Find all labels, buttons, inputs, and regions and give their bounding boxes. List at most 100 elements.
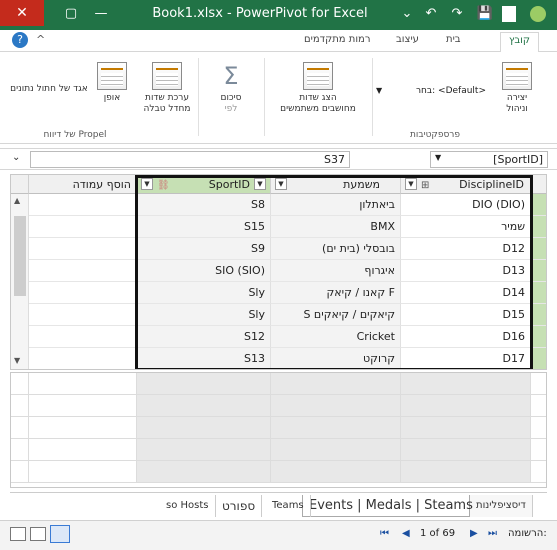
calc-cell[interactable] [271, 395, 401, 417]
row-header[interactable] [531, 304, 546, 326]
row-header[interactable] [531, 282, 546, 304]
last-record-icon[interactable]: ⏭ [488, 528, 497, 539]
column-header-add[interactable]: הוסף עמודה [29, 175, 137, 194]
diagram-view-icon[interactable] [10, 527, 26, 541]
undo-icon[interactable]: ↶ [420, 4, 442, 24]
discipline-cell[interactable]: ביאתלון [271, 194, 401, 216]
formula-input[interactable]: S37 [30, 151, 350, 168]
scroll-thumb[interactable] [14, 216, 26, 296]
row-header[interactable] [531, 194, 546, 216]
perspective-select[interactable]: בחר: <Default> ▼ [376, 86, 486, 96]
expand-formula-icon[interactable]: ⌄ [12, 152, 20, 163]
discipline-cell[interactable]: בובסלי (בית ים) [271, 238, 401, 260]
disciplineid-cell[interactable]: DIO (DIO) [401, 194, 531, 216]
tab-advanced[interactable]: רמות מתקדמים [304, 34, 371, 45]
close-button[interactable]: ✕ [0, 0, 44, 26]
select-all-corner[interactable] [11, 175, 29, 194]
calc-cell[interactable] [401, 417, 531, 439]
discipline-cell[interactable]: Cricket [271, 326, 401, 348]
redo-icon[interactable]: ↷ [446, 4, 468, 24]
sportid-cell[interactable]: S12 [137, 326, 271, 348]
calc-cell[interactable] [531, 417, 546, 439]
qat-dropdown-icon[interactable]: ⌄ [396, 4, 418, 24]
disciplineid-cell[interactable]: D13 [401, 260, 531, 282]
calc-cell[interactable] [531, 395, 546, 417]
filter-dropdown-icon[interactable]: ▼ [275, 178, 287, 190]
disciplineid-cell[interactable]: D16 [401, 326, 531, 348]
calc-cell[interactable] [401, 439, 531, 461]
disciplineid-cell[interactable]: D12 [401, 238, 531, 260]
calc-cell[interactable] [29, 461, 137, 483]
row-header[interactable] [531, 326, 546, 348]
disciplineid-cell[interactable]: D17 [401, 348, 531, 369]
summarize-button[interactable]: Σ סיכום לפי [206, 62, 256, 115]
excel-icon[interactable] [502, 6, 516, 22]
discipline-cell[interactable]: BMX [271, 216, 401, 238]
sort-dropdown-icon[interactable]: ▼ [254, 178, 266, 190]
calc-cell[interactable] [531, 461, 546, 483]
save-icon[interactable]: 💾 [474, 4, 496, 24]
help-icon[interactable]: ? [12, 32, 28, 48]
calc-cell[interactable] [137, 373, 271, 395]
discipline-cell[interactable]: קיאקים / קיאקים S [271, 304, 401, 326]
first-record-icon[interactable]: ⏮ [380, 528, 389, 539]
tab-design[interactable]: עיצוב [396, 34, 419, 45]
calc-cell[interactable] [137, 417, 271, 439]
calc-cell[interactable] [271, 417, 401, 439]
tab-disciplines[interactable]: דיסציפלינות [470, 495, 533, 517]
sportid-cell[interactable]: S8 [137, 194, 271, 216]
tab-sports[interactable]: ספורט [216, 495, 263, 517]
prev-record-icon[interactable]: ◀ [402, 528, 410, 539]
sportid-cell[interactable]: S15 [137, 216, 271, 238]
calc-scroll-cell[interactable] [11, 439, 29, 461]
calc-cell[interactable] [29, 395, 137, 417]
calculation-area[interactable] [10, 372, 547, 488]
add-column-cell[interactable] [29, 238, 137, 260]
show-calc-fields-button[interactable]: הצג שדות מחושבים משתמשים [276, 62, 360, 115]
add-column-cell[interactable] [29, 304, 137, 326]
calc-cell[interactable] [137, 439, 271, 461]
more-options-button[interactable]: אגד של חתול נתונים [10, 84, 88, 95]
calc-scroll-cell[interactable] [11, 461, 29, 483]
minimize-button[interactable]: — [90, 4, 112, 24]
calc-cell[interactable] [29, 417, 137, 439]
discipline-cell[interactable]: F קאנו / קיאק [271, 282, 401, 304]
disciplineid-cell[interactable]: D15 [401, 304, 531, 326]
add-column-cell[interactable] [29, 216, 137, 238]
scroll-up-icon[interactable]: ▲ [14, 196, 20, 205]
calc-scroll-cell[interactable] [11, 373, 29, 395]
sportid-cell[interactable]: S13 [137, 348, 271, 369]
calc-cell[interactable] [29, 439, 137, 461]
grid-view-icon[interactable] [50, 525, 70, 543]
add-column-cell[interactable] [29, 194, 137, 216]
behavior-button[interactable]: אופן [92, 62, 132, 104]
collapse-ribbon-icon[interactable]: ^ [36, 33, 45, 46]
disciplineid-cell[interactable]: D14 [401, 282, 531, 304]
add-column-cell[interactable] [29, 326, 137, 348]
calc-cell[interactable] [531, 373, 546, 395]
maximize-button[interactable]: ▢ [60, 4, 82, 24]
tree-view-icon[interactable] [30, 527, 46, 541]
column-header-sportid[interactable]: ▼ ⛓ SportID ▼ [137, 175, 271, 194]
discipline-cell[interactable]: איגרוף [271, 260, 401, 282]
tab-file[interactable]: קובץ [500, 32, 539, 52]
filter-dropdown-icon[interactable]: ▼ [405, 178, 417, 190]
sportid-cell[interactable]: SIO (SIO) [137, 260, 271, 282]
calc-cell[interactable] [271, 461, 401, 483]
discipline-cell[interactable]: קרוקט [271, 348, 401, 369]
row-header[interactable] [531, 238, 546, 260]
calc-scroll-cell[interactable] [11, 395, 29, 417]
calc-cell[interactable] [401, 373, 531, 395]
next-record-icon[interactable]: ▶ [470, 528, 478, 539]
calc-scroll-cell[interactable] [11, 417, 29, 439]
calc-cell[interactable] [401, 395, 531, 417]
calc-cell[interactable] [137, 395, 271, 417]
default-fields-button[interactable]: ערכת שדות מחדל טבלה [138, 62, 196, 115]
row-header[interactable] [531, 260, 546, 282]
row-header[interactable] [531, 348, 546, 369]
tab-home[interactable]: בית [446, 34, 461, 45]
disciplineid-cell[interactable]: שמיר [401, 216, 531, 238]
column-header-disciplineid[interactable]: ▼ ⊞ DisciplineID [401, 175, 531, 194]
calc-cell[interactable] [401, 461, 531, 483]
calc-cell[interactable] [29, 373, 137, 395]
